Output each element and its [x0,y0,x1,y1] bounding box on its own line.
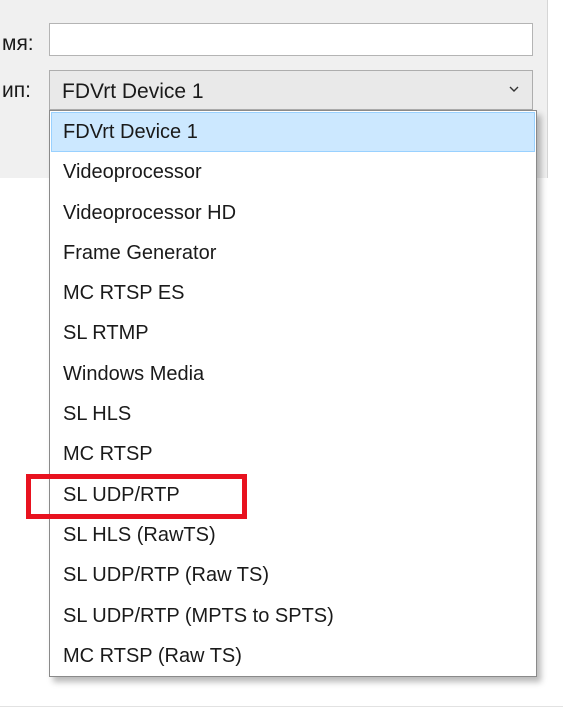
name-input[interactable] [49,23,533,56]
bottom-divider [0,706,563,707]
dropdown-option-sl-hls-rawts[interactable]: SL HLS (RawTS) [51,515,535,555]
dropdown-option-fdvrt-device-1[interactable]: FDVrt Device 1 [51,112,535,153]
type-dropdown-list: FDVrt Device 1 Videoprocessor Videoproce… [49,110,537,677]
dropdown-option-mc-rtsp-es[interactable]: MC RTSP ES [51,273,535,313]
dropdown-option-mc-rtsp-raw-ts[interactable]: MC RTSP (Raw TS) [51,636,535,676]
dropdown-option-sl-hls[interactable]: SL HLS [51,394,535,434]
dropdown-option-mc-rtsp[interactable]: MC RTSP [51,434,535,474]
name-label: мя: [2,32,34,55]
type-select-value: FDVrt Device 1 [62,80,204,103]
dropdown-option-windows-media[interactable]: Windows Media [51,354,535,394]
dropdown-option-sl-rtmp[interactable]: SL RTMP [51,313,535,353]
dropdown-option-sl-udp-rtp-mpts-to-spts[interactable]: SL UDP/RTP (MPTS to SPTS) [51,596,535,636]
dropdown-option-sl-udp-rtp-raw-ts[interactable]: SL UDP/RTP (Raw TS) [51,555,535,595]
dropdown-option-frame-generator[interactable]: Frame Generator [51,233,535,273]
dropdown-option-sl-udp-rtp[interactable]: SL UDP/RTP [51,475,535,515]
type-select[interactable]: FDVrt Device 1 [49,70,533,110]
chevron-down-icon [509,86,519,92]
type-label: ип: [2,79,31,102]
dropdown-option-videoprocessor[interactable]: Videoprocessor [51,152,535,192]
dropdown-option-videoprocessor-hd[interactable]: Videoprocessor HD [51,193,535,233]
